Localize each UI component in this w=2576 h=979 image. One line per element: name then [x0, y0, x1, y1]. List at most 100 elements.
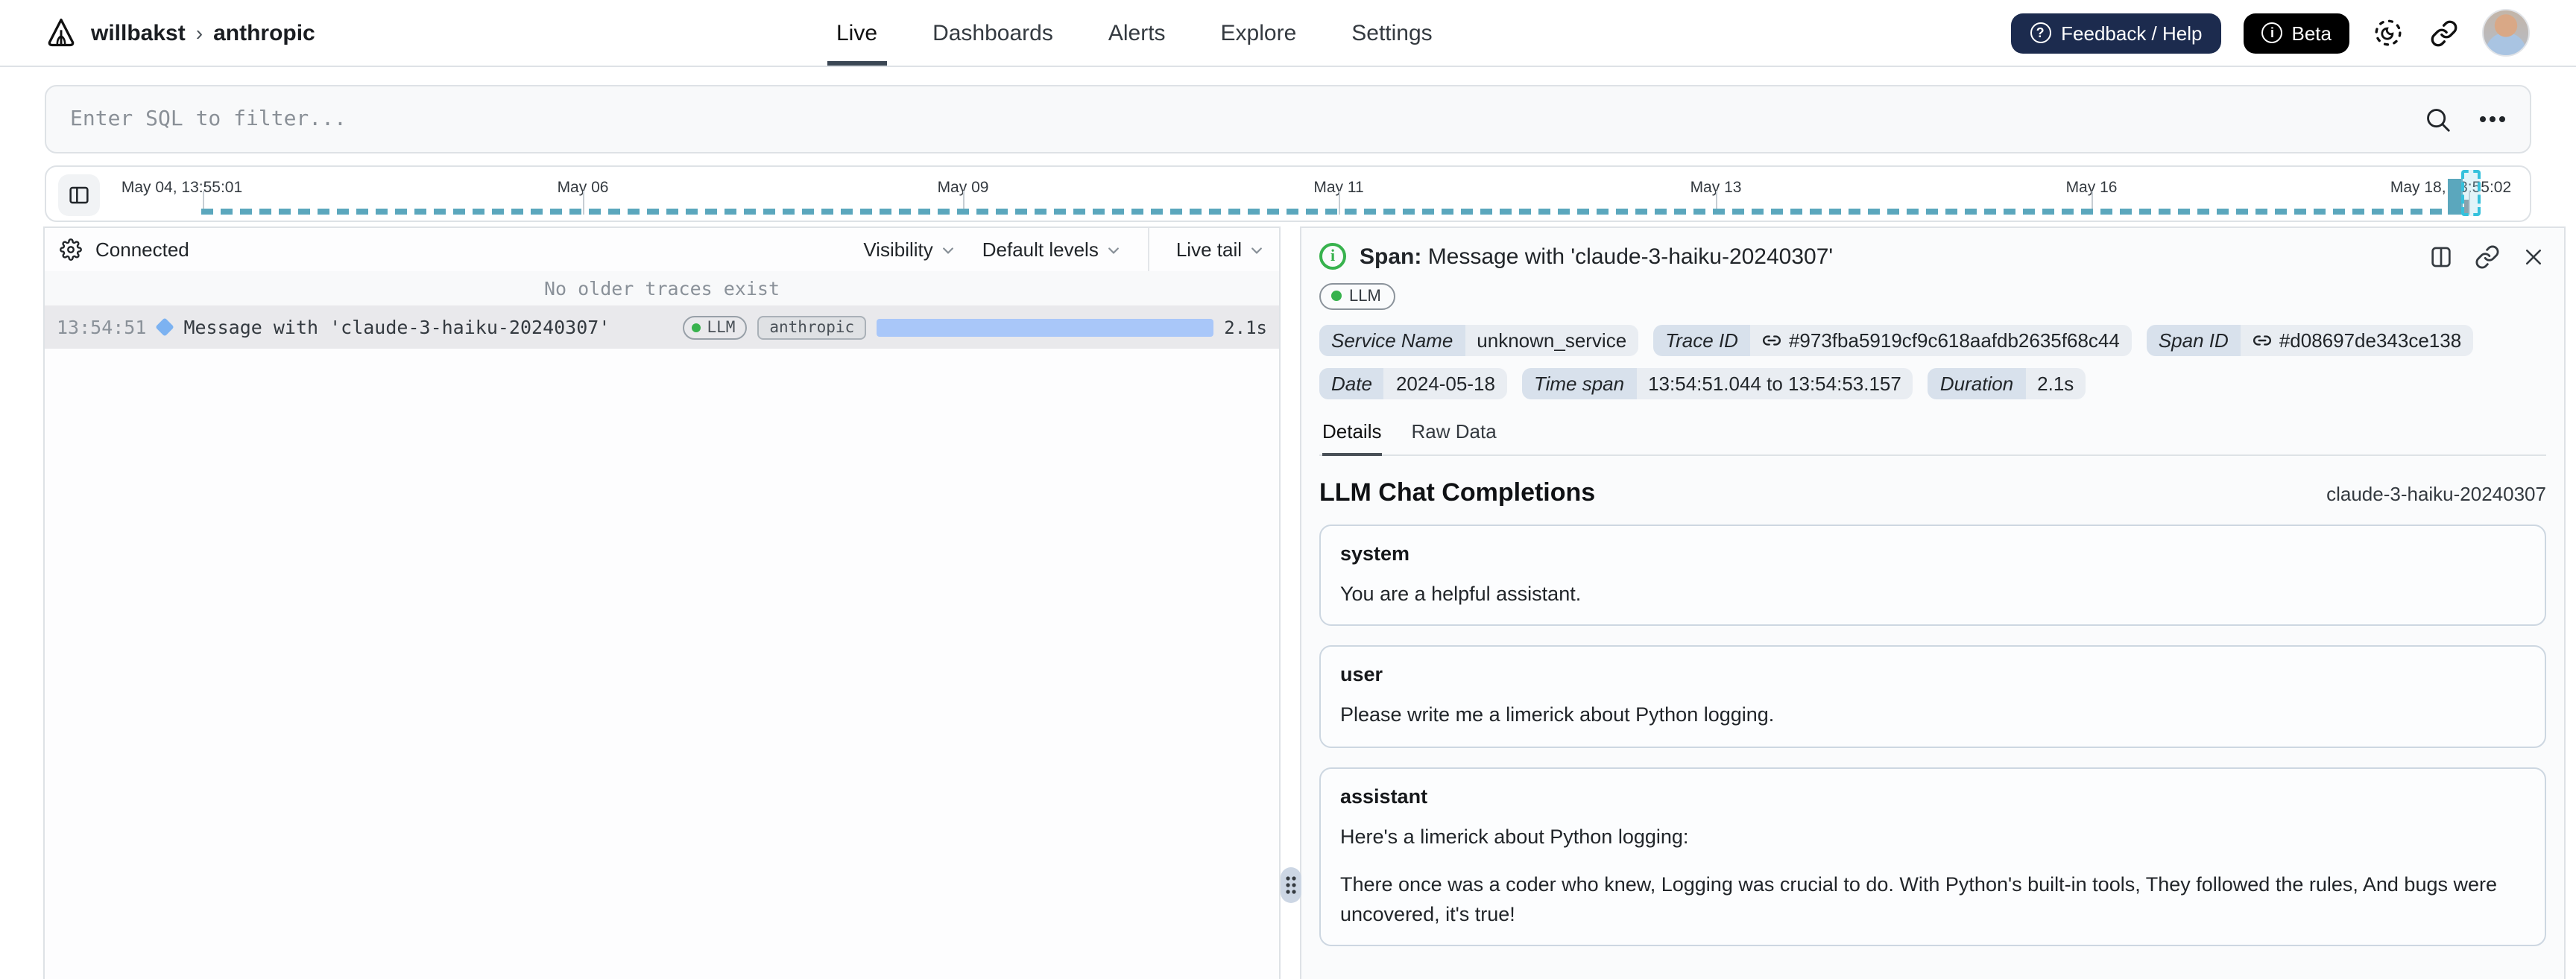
span-header: i Span: Message with 'claude-3-haiku-202…	[1319, 243, 2546, 270]
copy-link-icon[interactable]	[2473, 243, 2500, 270]
span-title: Span: Message with 'claude-3-haiku-20240…	[1360, 244, 1834, 269]
trace-duration: 2.1s	[1224, 317, 1267, 338]
tab-details[interactable]: Details	[1322, 419, 1382, 455]
llm-section-header: LLM Chat Completions claude-3-haiku-2024…	[1319, 478, 2546, 507]
model-name: claude-3-haiku-20240307	[2326, 482, 2546, 504]
property-trace-id[interactable]: Trace ID #973fba5919cf9c618aafdb2635f68c…	[1653, 324, 2132, 355]
breadcrumb-project[interactable]: anthropic	[213, 20, 315, 45]
share-link-icon[interactable]	[2427, 16, 2460, 49]
span-header-actions	[2427, 243, 2546, 270]
message-role: system	[1340, 542, 1410, 564]
timeline-activity-spike[interactable]	[2448, 179, 2463, 215]
property-span-id[interactable]: Span ID #d08697de343ce138	[2146, 324, 2474, 355]
property-duration: Duration 2.1s	[1928, 367, 2086, 399]
beta-label: Beta	[2291, 22, 2332, 44]
more-options-icon[interactable]	[2479, 115, 2506, 124]
message-card-system: system You are a helpful assistant.	[1319, 524, 2546, 627]
trace-row-meta: LLM anthropic 2.1s	[683, 315, 1267, 339]
timeline-tick: May 11	[1313, 173, 1389, 215]
link-icon	[1763, 335, 1781, 345]
tab-live[interactable]: Live	[827, 0, 886, 66]
visibility-dropdown[interactable]: Visibility	[863, 238, 955, 261]
span-properties: Service Name unknown_service Trace ID #9…	[1319, 324, 2546, 399]
question-circle-icon: ?	[2030, 22, 2051, 43]
no-older-traces-message: No older traces exist	[45, 271, 1279, 305]
timeline-tick: May 13	[1690, 173, 1767, 215]
trace-timestamp: 13:54:51	[57, 316, 147, 338]
tab-explore[interactable]: Explore	[1221, 0, 1297, 66]
timeline-activity-bars[interactable]	[201, 209, 2467, 215]
tab-dashboards[interactable]: Dashboards	[932, 0, 1053, 66]
green-dot-icon	[692, 323, 701, 332]
green-dot-icon	[1331, 291, 1342, 301]
property-service-name: Service Name unknown_service	[1319, 324, 1639, 355]
sql-filter-input[interactable]	[46, 86, 2424, 152]
live-tail-dropdown[interactable]: Live tail	[1176, 238, 1264, 261]
trace-list-controls: Visibility Default levels Live tail	[863, 228, 1264, 271]
breadcrumb-org[interactable]: willbakst	[91, 20, 186, 45]
message-role: user	[1340, 663, 1383, 686]
span-diamond-icon	[155, 317, 175, 337]
info-circle-icon: i	[2261, 22, 2283, 43]
span-info-icon: i	[1319, 243, 1346, 270]
timeline-selection-cursor[interactable]	[2461, 170, 2481, 216]
tab-raw-data[interactable]: Raw Data	[1412, 419, 1497, 454]
trace-list-header: Connected Visibility Default levels Live…	[45, 228, 1279, 271]
theme-toggle-icon[interactable]	[2372, 16, 2405, 49]
message-card-assistant: assistant Here's a limerick about Python…	[1319, 767, 2546, 947]
llm-badge: LLM	[1319, 282, 1396, 309]
message-content: Here's a limerick about Python logging:	[1340, 825, 1689, 848]
nav-actions: ? Feedback / Help i Beta	[2010, 0, 2530, 66]
trace-list-panel: Connected Visibility Default levels Live…	[43, 226, 1281, 979]
message-card-user: user Please write me a limerick about Py…	[1319, 645, 2546, 748]
trace-row[interactable]: 13:54:51 Message with 'claude-3-haiku-20…	[45, 305, 1279, 349]
breadcrumb: willbakst › anthropic	[45, 0, 315, 66]
default-levels-dropdown[interactable]: Default levels	[982, 238, 1121, 261]
property-date: Date 2024-05-18	[1319, 367, 1507, 399]
timeline-tick: May 18, 13:55:02	[2390, 173, 2576, 215]
message-content: Please write me a limerick about Python …	[1340, 703, 1775, 726]
time-range-chart: May 04, 13:55:01 May 06 May 09 May 11 Ma…	[45, 165, 2531, 222]
property-time-span: Time span 13:54:51.044 to 13:54:53.157	[1521, 367, 1913, 399]
duration-bar	[877, 318, 1214, 336]
feedback-help-button[interactable]: ? Feedback / Help	[2010, 13, 2222, 53]
search-icon[interactable]	[2424, 105, 2452, 133]
timeline-tick: May 04, 13:55:01	[121, 173, 323, 215]
main-content: Connected Visibility Default levels Live…	[0, 226, 2576, 979]
panel-resize-divider[interactable]	[1280, 226, 1301, 979]
app-logo-icon[interactable]	[45, 16, 78, 49]
section-title: LLM Chat Completions	[1319, 478, 1596, 506]
timeline-tick: May 16	[2066, 173, 2143, 215]
divider	[1147, 228, 1149, 271]
gear-icon[interactable]	[60, 238, 82, 261]
llm-badge: LLM	[683, 315, 748, 339]
tab-alerts[interactable]: Alerts	[1108, 0, 1166, 66]
side-by-side-view-icon[interactable]	[2427, 243, 2454, 270]
tab-settings[interactable]: Settings	[1351, 0, 1432, 66]
collapse-sidebar-icon[interactable]	[58, 174, 100, 216]
sql-filter-bar	[45, 85, 2531, 153]
connection-status: Connected	[95, 238, 189, 261]
beta-button[interactable]: i Beta	[2244, 13, 2349, 53]
message-role: assistant	[1340, 785, 1428, 808]
message-content: There once was a coder who knew, Logging…	[1340, 873, 2497, 925]
trace-list-empty-area	[45, 349, 1279, 979]
link-icon	[2253, 335, 2271, 345]
nav-tabs: Live Dashboards Alerts Explore Settings	[827, 0, 1433, 66]
span-details-panel: i Span: Message with 'claude-3-haiku-202…	[1300, 226, 2566, 979]
trace-title: Message with 'claude-3-haiku-20240307'	[183, 316, 610, 338]
feedback-help-label: Feedback / Help	[2061, 22, 2203, 44]
timeline-tick: May 09	[938, 173, 1014, 215]
app-window: willbakst › anthropic Live Dashboards Al…	[0, 0, 2576, 979]
breadcrumb-separator: ›	[195, 21, 203, 45]
chevron-down-icon	[1106, 242, 1121, 257]
chevron-down-icon	[1249, 242, 1264, 257]
chevron-down-icon	[941, 242, 956, 257]
user-avatar[interactable]	[2482, 9, 2530, 57]
filter-actions	[2424, 105, 2530, 133]
provider-badge: anthropic	[757, 315, 867, 339]
timeline-tick: May 06	[558, 173, 634, 215]
drag-handle-icon[interactable]	[1280, 867, 1301, 903]
close-icon[interactable]	[2519, 243, 2546, 270]
chat-messages: system You are a helpful assistant. user…	[1319, 524, 2546, 947]
